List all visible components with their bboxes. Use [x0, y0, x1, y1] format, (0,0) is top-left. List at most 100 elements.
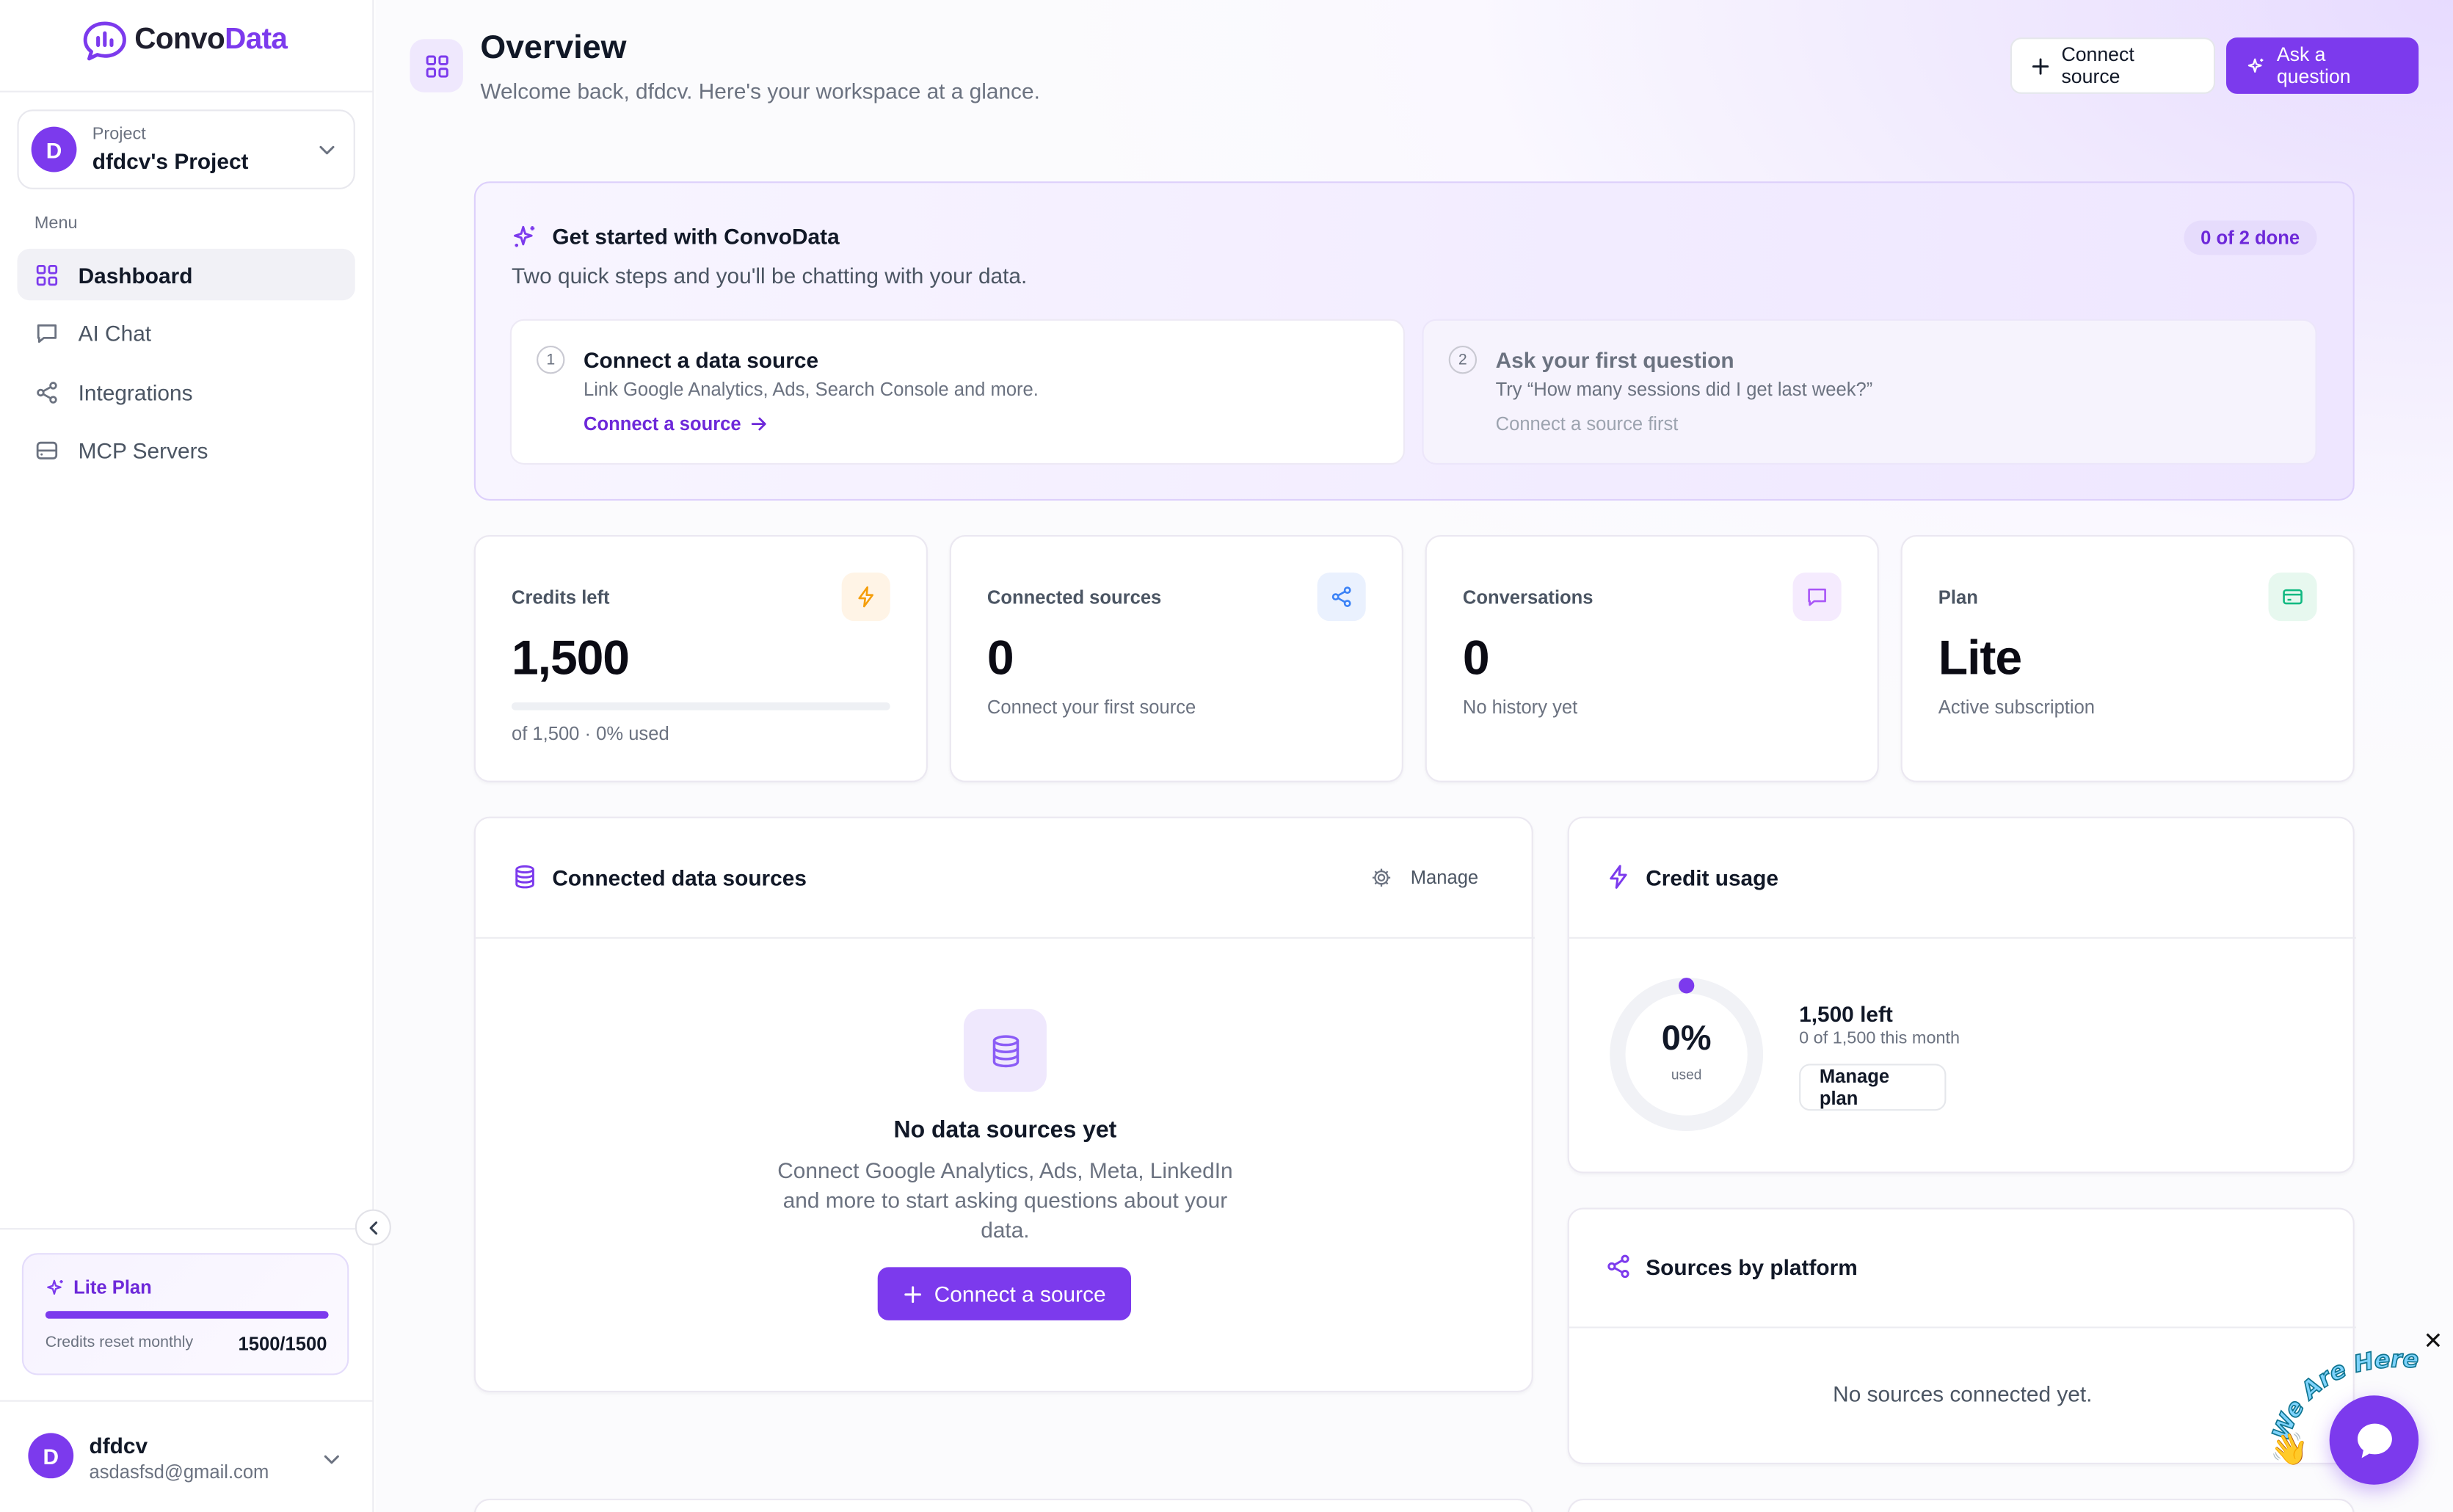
- waving-hand-icon: 👋: [2270, 1433, 2309, 1468]
- ask-question-label: Ask a question: [2276, 43, 2351, 88]
- step-ask-question: 2 Ask your first question Try “How many …: [1422, 319, 2317, 465]
- stat-value: 0: [1462, 630, 1490, 686]
- manage-label: Manage: [1410, 866, 1479, 889]
- logo-text: ConvoData: [134, 23, 288, 57]
- share-icon: [1607, 1254, 1629, 1279]
- usage-percent-label: used: [1671, 1066, 1702, 1083]
- plan-reset-label: Credits reset monthly: [45, 1334, 194, 1352]
- database-icon: [963, 1008, 1047, 1092]
- stat-label: Plan: [1938, 586, 1978, 609]
- step-number: 1: [537, 346, 565, 374]
- credit-card-icon: [2268, 573, 2317, 622]
- project-switcher[interactable]: D Project dfdcv's Project: [17, 109, 355, 189]
- usage-percent: 0%: [1661, 1018, 1712, 1058]
- chat-widget-close-button[interactable]: ✕: [2424, 1330, 2443, 1353]
- grid-icon: [425, 54, 448, 77]
- sidebar-item-integrations[interactable]: Integrations: [17, 366, 355, 418]
- connect-source-link-label: Connect a source: [584, 412, 741, 435]
- empty-state-text: No sources connected yet.: [1833, 1381, 2093, 1407]
- logo[interactable]: ConvoData: [81, 21, 288, 61]
- get-started-panel: Get started with ConvoData Two quick ste…: [473, 181, 2355, 501]
- connect-source-label: Connect source: [2061, 43, 2134, 88]
- card-title: Connected data sources: [552, 865, 807, 890]
- credits-usage-bar: [511, 702, 890, 710]
- lower-card-right: [1567, 1498, 2355, 1512]
- stat-value: 0: [986, 630, 1014, 686]
- chevron-down-icon: [319, 145, 335, 155]
- connect-a-source-button[interactable]: Connect a source: [877, 1267, 1132, 1320]
- step-description: Link Google Analytics, Ads, Search Conso…: [584, 378, 1039, 401]
- connected-sources-card: Connected data sources Manage No data so…: [473, 816, 1535, 1392]
- stat-card-plan: Plan Lite Active subscription: [1900, 534, 2355, 782]
- stat-subtext: Connect your first source: [986, 696, 1196, 719]
- credits-left: 1,500 left: [1799, 1001, 1893, 1027]
- project-kicker: Project: [92, 125, 146, 145]
- ask-question-button[interactable]: Ask a question: [2225, 37, 2419, 94]
- sidebar-item-ai-chat[interactable]: AI Chat: [17, 307, 355, 358]
- card-title: Sources by platform: [1646, 1254, 1858, 1280]
- manage-plan-label: Manage plan: [1819, 1065, 1890, 1110]
- lightning-icon: [841, 573, 890, 622]
- sidebar-item-mcp-servers[interactable]: MCP Servers: [17, 424, 355, 476]
- stat-card-conversations: Conversations 0 No history yet: [1425, 534, 1879, 782]
- logo-chat-icon: [83, 21, 126, 61]
- plan-credits-bar: [45, 1311, 329, 1319]
- project-avatar: D: [31, 126, 77, 172]
- sidebar: ConvoData D Project dfdcv's Project Menu…: [0, 0, 374, 1512]
- stat-card-credits: Credits left 1,500 of 1,500 · 0% used: [473, 534, 928, 782]
- page-subtitle: Welcome back, dfdcv. Here's your workspa…: [480, 78, 1040, 103]
- step-disabled-action: Connect a source first: [1495, 412, 1679, 435]
- plan-title: Lite Plan: [73, 1276, 152, 1299]
- menu-label: Menu: [34, 214, 78, 233]
- user-avatar: D: [28, 1433, 74, 1479]
- connect-source-link[interactable]: Connect a source: [584, 413, 768, 435]
- credits-this-month: 0 of 1,500 this month: [1799, 1029, 1960, 1049]
- arrow-right-icon: [751, 417, 766, 431]
- card-title: Credit usage: [1646, 865, 1779, 890]
- app-root: ConvoData D Project dfdcv's Project Menu…: [0, 0, 2453, 1512]
- grid-icon: [36, 263, 58, 286]
- divider: [1569, 937, 2356, 939]
- sidebar-item-label: AI Chat: [78, 319, 152, 345]
- lower-card-left: [473, 1498, 1533, 1512]
- plan-credits-bar-fill: [45, 1311, 329, 1319]
- manage-sources-button[interactable]: Manage: [1370, 867, 1478, 889]
- divider: [475, 937, 1535, 939]
- main-content: Overview Welcome back, dfdcv. Here's you…: [375, 0, 2453, 1512]
- step-number: 2: [1448, 346, 1478, 374]
- share-icon: [1317, 573, 1366, 622]
- overview-page-icon: [410, 39, 463, 92]
- divider: [1569, 1326, 2356, 1329]
- plan-card[interactable]: Lite Plan Credits reset monthly 1500/150…: [21, 1253, 349, 1375]
- collapse-sidebar-button[interactable]: [355, 1209, 391, 1246]
- page-title: Overview: [480, 29, 627, 66]
- credit-usage-card: Credit usage 0% used 1,500 left 0 of 1,5…: [1567, 816, 2356, 1174]
- sidebar-item-dashboard[interactable]: Dashboard: [17, 248, 355, 301]
- divider: [0, 1228, 374, 1230]
- sparkles-icon: [47, 1279, 63, 1295]
- chat-widget-button[interactable]: [2329, 1395, 2419, 1485]
- plan-credits-count: 1500/1500: [238, 1332, 327, 1355]
- stat-label: Connected sources: [986, 586, 1162, 609]
- progress-badge: 0 of 2 done: [2183, 220, 2317, 255]
- sparkles-icon: [514, 225, 535, 247]
- chat-bubble-icon: [2356, 1422, 2391, 1458]
- stat-card-sources: Connected sources 0 Connect your first s…: [949, 534, 1403, 782]
- user-email: asdasfsd@gmail.com: [89, 1461, 269, 1483]
- manage-plan-button[interactable]: Manage plan: [1799, 1064, 1947, 1111]
- step-title: Connect a data source: [584, 347, 819, 373]
- plus-icon: [2032, 57, 2049, 74]
- stat-subtext: No history yet: [1462, 696, 1578, 719]
- plus-icon: [904, 1285, 922, 1303]
- empty-state-title: No data sources yet: [893, 1116, 1117, 1144]
- step-title: Ask your first question: [1495, 347, 1734, 373]
- gear-icon: [1372, 868, 1390, 887]
- sidebar-item-label: Integrations: [78, 379, 193, 404]
- empty-state-description: Connect Google Analytics, Ads, Meta, Lin…: [777, 1157, 1233, 1243]
- get-started-subtitle: Two quick steps and you'll be chatting w…: [511, 263, 1028, 288]
- connect-a-source-label: Connect a source: [934, 1281, 1106, 1306]
- sidebar-item-label: Dashboard: [78, 262, 193, 288]
- stat-value: Lite: [1938, 630, 2022, 686]
- chat-icon: [37, 323, 57, 343]
- connect-source-button[interactable]: Connect source: [2010, 37, 2216, 94]
